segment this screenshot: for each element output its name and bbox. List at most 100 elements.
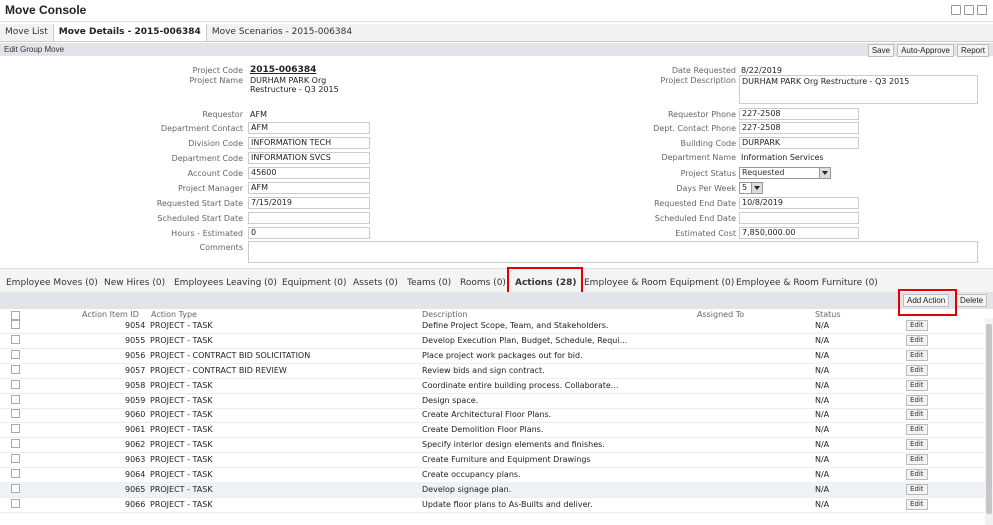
edit-button[interactable]: Edit xyxy=(906,483,928,495)
table-row[interactable]: 9061 PROJECT - TASK Create Demolition Floo… xyxy=(0,422,985,439)
scrollbar-thumb[interactable] xyxy=(986,324,992,514)
row-checkbox[interactable] xyxy=(11,334,20,344)
action-type-cell: PROJECT - TASK xyxy=(150,410,213,420)
table-row[interactable]: 9056 PROJECT - CONTRACT BID SOLICITATION P… xyxy=(0,348,985,364)
edit-button[interactable]: Edit xyxy=(906,409,928,421)
hours-field[interactable]: 0 xyxy=(248,227,370,239)
scheduled-end-field[interactable] xyxy=(739,212,859,224)
description-cell: Design space. xyxy=(422,395,479,405)
requested-end-field[interactable]: 10/8/2019 xyxy=(739,197,859,209)
subtab-employee-room-furniture[interactable]: Employee & Room Furniture (0) xyxy=(736,278,878,288)
edit-button[interactable]: Edit xyxy=(906,498,928,510)
auto-approve-button[interactable]: Auto-Approve xyxy=(897,44,954,57)
table-row[interactable]: 9064 PROJECT - TASK Create occupancy plans… xyxy=(0,467,985,483)
table-row[interactable]: 9055 PROJECT - TASK Develop Execution Plan… xyxy=(0,333,985,349)
subtab-equipment[interactable]: Equipment (0) xyxy=(282,278,346,288)
department-name-label: Department Name xyxy=(661,153,736,162)
division-code-field[interactable]: INFORMATION TECH xyxy=(248,137,370,149)
row-checkbox[interactable] xyxy=(11,483,20,493)
hours-label: Hours - Estimated xyxy=(171,229,243,238)
email-icon[interactable] xyxy=(977,5,987,15)
group-move-title: Edit Group Move xyxy=(4,45,65,54)
status-cell: N/A xyxy=(815,365,830,375)
row-checkbox[interactable] xyxy=(11,454,20,464)
row-checkbox[interactable] xyxy=(11,439,20,449)
subtab-employees-leaving[interactable]: Employees Leaving (0) xyxy=(174,278,277,288)
project-manager-field[interactable]: AFM xyxy=(248,182,370,194)
grid-toolbar: Add Action Delete xyxy=(0,292,993,309)
table-row[interactable]: 9057 PROJECT - CONTRACT BID REVIEW Review … xyxy=(0,363,985,379)
days-per-week-select[interactable]: 5 xyxy=(739,182,763,194)
table-row[interactable]: 9066 PROJECT - TASK Update floor plans to … xyxy=(0,497,985,513)
edit-button[interactable]: Edit xyxy=(906,439,928,451)
action-id-cell: 9064 xyxy=(125,470,146,479)
table-row[interactable]: 9054 PROJECT - TASK Define Project Scope, … xyxy=(0,318,985,334)
table-row[interactable]: 9058 PROJECT - TASK Coordinate entire buil… xyxy=(0,378,985,394)
bookmark-icon[interactable] xyxy=(951,5,961,15)
estimated-cost-field[interactable]: 7,850,000.00 xyxy=(739,227,859,239)
requestor-phone-label: Requestor Phone xyxy=(667,110,736,119)
requestor-phone-field[interactable]: 227-2508 xyxy=(739,108,859,120)
subtab-new-hires[interactable]: New Hires (0) xyxy=(104,278,165,288)
edit-button[interactable]: Edit xyxy=(906,379,928,391)
subtab-employee-room-equipment[interactable]: Employee & Room Equipment (0) xyxy=(584,278,734,288)
sub-tabs: Employee Moves (0) New Hires (0) Employe… xyxy=(0,268,993,294)
tab-move-scenarios[interactable]: Move Scenarios - 2015-006384 xyxy=(207,24,357,41)
edit-button[interactable]: Edit xyxy=(906,454,928,466)
edit-button[interactable]: Edit xyxy=(906,320,928,331)
row-checkbox[interactable] xyxy=(11,498,20,508)
subtab-teams[interactable]: Teams (0) xyxy=(407,278,451,288)
edit-button[interactable]: Edit xyxy=(906,469,928,480)
row-checkbox[interactable] xyxy=(11,349,20,359)
action-type-cell: PROJECT - TASK xyxy=(150,395,213,405)
print-icon[interactable] xyxy=(964,5,974,15)
edit-button[interactable]: Edit xyxy=(906,364,928,376)
edit-button[interactable]: Edit xyxy=(906,394,928,406)
row-checkbox[interactable] xyxy=(11,394,20,404)
save-button[interactable]: Save xyxy=(867,44,895,57)
subtab-rooms[interactable]: Rooms (0) xyxy=(460,278,506,288)
tab-move-list[interactable]: Move List xyxy=(0,24,53,41)
scheduled-end-label: Scheduled End Date xyxy=(654,214,736,223)
table-row[interactable]: 9063 PROJECT - TASK Create Furniture and E… xyxy=(0,452,985,469)
subtab-assets[interactable]: Assets (0) xyxy=(353,278,398,288)
table-row[interactable]: 9059 PROJECT - TASK Design space. N/A Edit xyxy=(0,393,985,409)
delete-button[interactable]: Delete xyxy=(956,294,988,307)
edit-button[interactable]: Edit xyxy=(906,334,928,346)
action-type-cell: PROJECT - CONTRACT BID SOLICITATION xyxy=(150,350,311,360)
dept-contact-field[interactable]: AFM xyxy=(248,122,370,134)
project-status-select[interactable]: Requested xyxy=(739,167,831,179)
requested-start-label: Requested Start Date xyxy=(156,199,243,208)
report-button[interactable]: Report xyxy=(956,44,989,57)
row-checkbox[interactable] xyxy=(11,409,20,419)
project-code-link[interactable]: 2015-006384 xyxy=(250,65,316,75)
edit-button[interactable]: Edit xyxy=(906,424,928,436)
dept-contact-phone-field[interactable]: 227-2508 xyxy=(739,122,859,134)
action-type-cell: PROJECT - CONTRACT BID REVIEW xyxy=(150,365,287,375)
row-checkbox[interactable] xyxy=(11,379,20,389)
row-checkbox[interactable] xyxy=(11,424,20,434)
building-code-field[interactable]: DURPARK xyxy=(739,137,859,149)
project-description-textarea[interactable]: DURHAM PARK Org Restructure - Q3 2015 xyxy=(739,75,978,104)
tab-move-details[interactable]: Move Details - 2015-006384 xyxy=(52,24,207,41)
description-cell: Place project work packages out for bid. xyxy=(422,350,583,360)
row-checkbox[interactable] xyxy=(11,320,20,329)
table-row[interactable]: 9062 PROJECT - TASK Specify interior desig… xyxy=(0,437,985,454)
subtab-employee-moves[interactable]: Employee Moves (0) xyxy=(6,278,98,288)
account-code-field[interactable]: 45600 xyxy=(248,167,370,179)
requested-start-field[interactable]: 7/15/2019 xyxy=(248,197,370,209)
requested-end-label: Requested End Date xyxy=(654,199,736,208)
project-description-label: Project Description xyxy=(660,76,736,85)
table-row[interactable]: 9065 PROJECT - TASK Develop signage plan. N… xyxy=(0,481,985,498)
comments-textarea[interactable] xyxy=(248,241,978,263)
row-checkbox[interactable] xyxy=(11,364,20,374)
status-cell: N/A xyxy=(815,380,830,390)
department-code-field[interactable]: INFORMATION SVCS xyxy=(248,152,370,164)
table-row[interactable]: 9060 PROJECT - TASK Create Architectural F… xyxy=(0,407,985,424)
action-id-cell: 9066 xyxy=(125,499,146,509)
project-status-label: Project Status xyxy=(680,169,736,178)
row-checkbox[interactable] xyxy=(11,469,20,478)
edit-button[interactable]: Edit xyxy=(906,349,928,361)
vertical-scrollbar[interactable] xyxy=(985,318,993,525)
scheduled-start-field[interactable] xyxy=(248,212,370,224)
